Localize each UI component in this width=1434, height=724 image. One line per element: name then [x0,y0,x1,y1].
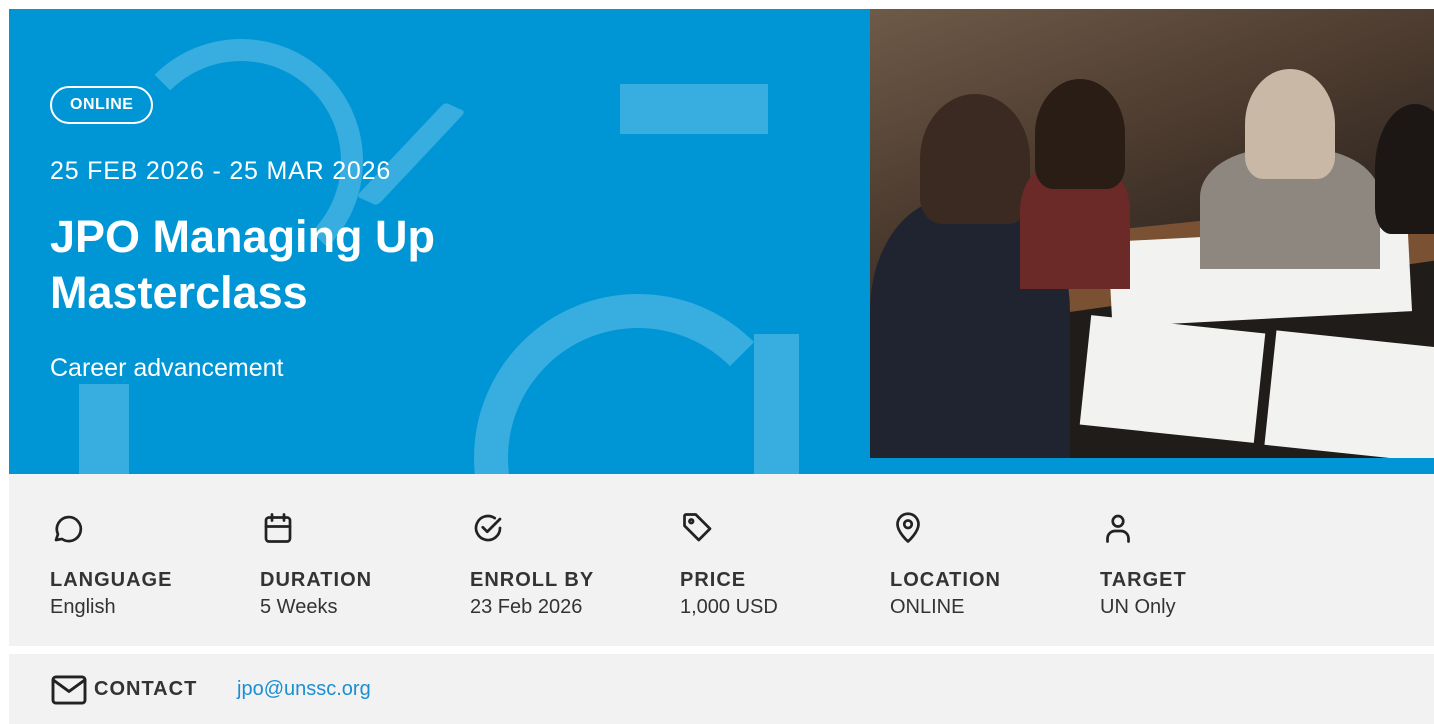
chat-bubble-icon [54,515,83,543]
decorative-arc-shape [474,294,802,474]
contact-label: CONTACT [94,678,198,700]
detail-value: 5 Weeks [260,596,338,618]
detail-label: LANGUAGE [50,569,173,591]
location-pin-icon [896,512,920,543]
course-details-bar: LANGUAGE English DURATION 5 Weeks ENROLL… [9,474,1434,646]
detail-label: DURATION [260,569,373,591]
detail-label: TARGET [1100,569,1187,591]
envelope-icon [51,675,87,705]
contact-email-link[interactable]: jpo@unssc.org [237,678,371,701]
delivery-mode-badge: ONLINE [50,86,154,124]
decorative-bar-shape [620,84,768,134]
detail-value: UN Only [1100,596,1176,618]
decorative-bar-shape [754,334,799,474]
decorative-bar-shape [79,384,129,474]
check-circle-icon [474,514,502,542]
detail-value: English [50,596,116,618]
detail-value: 1,000 USD [680,596,778,618]
user-icon [1106,514,1130,543]
calendar-icon [264,513,292,543]
detail-value: ONLINE [890,596,965,618]
course-category: Career advancement [50,354,284,382]
price-tag-icon [683,513,712,542]
course-title: JPO Managing Up Masterclass [50,211,436,318]
course-hero-photo [870,9,1434,466]
detail-value: 23 Feb 2026 [470,596,583,618]
course-dates: 25 FEB 2026 - 25 MAR 2026 [50,157,392,185]
decorative-slash-shape [356,102,466,206]
detail-label: ENROLL BY [470,569,595,591]
detail-label: LOCATION [890,569,1001,591]
detail-label: PRICE [680,569,747,591]
contact-bar: CONTACT jpo@unssc.org [9,654,1434,724]
